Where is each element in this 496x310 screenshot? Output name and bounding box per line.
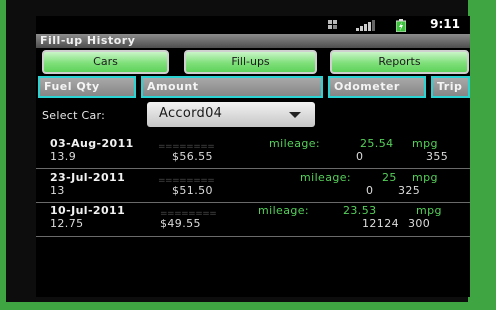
select-car-label: Select Car: [42, 109, 106, 122]
green-background-bottom [0, 302, 496, 310]
mileage-unit: mpg [412, 137, 438, 150]
divider [36, 236, 470, 237]
column-header-trip[interactable]: Trip [431, 76, 470, 98]
mileage-value: 23.53 [343, 204, 377, 217]
battery-charging-icon [396, 19, 406, 32]
mileage-label: mileage: [269, 137, 320, 150]
app-screen: 9:11 Fill-up History Cars Fill-ups Repor… [36, 16, 470, 297]
car-select-dropdown[interactable]: Accord04 [147, 102, 315, 127]
reports-button[interactable]: Reports [330, 50, 469, 74]
entry-amount: $49.55 [160, 217, 201, 230]
entry-date: 10-Jul-2011 [50, 204, 126, 217]
green-background-right [468, 0, 496, 310]
entry-fuel-qty: 13 [50, 184, 65, 197]
network-icon [328, 20, 337, 29]
mileage-unit: mpg [412, 171, 438, 184]
page-title: Fill-up History [40, 34, 136, 47]
selected-car-value: Accord04 [159, 106, 223, 121]
status-time: 9:11 [430, 17, 460, 31]
entry-odometer: 0 [356, 150, 364, 163]
mileage-label: mileage: [258, 204, 309, 217]
entry-odometer: 12124 [362, 217, 399, 230]
column-header-amount[interactable]: Amount [141, 76, 323, 98]
entry-amount: $51.50 [172, 184, 213, 197]
entry-date: 23-Jul-2011 [50, 171, 126, 184]
signal-icon [356, 20, 375, 31]
mileage-label: mileage: [300, 171, 351, 184]
green-background-left [0, 0, 6, 310]
divider [36, 202, 470, 203]
divider [36, 168, 470, 169]
fillups-button[interactable]: Fill-ups [184, 50, 317, 74]
entry-fuel-qty: 12.75 [50, 217, 84, 230]
entry-trip: 355 [426, 150, 449, 163]
entry-trip: 300 [408, 217, 431, 230]
mileage-value: 25.54 [360, 137, 394, 150]
column-header-odometer[interactable]: Odometer [328, 76, 426, 98]
entry-odometer: 0 [366, 184, 374, 197]
entry-date: 03-Aug-2011 [50, 137, 134, 150]
chevron-down-icon [289, 112, 301, 118]
entry-trip: 325 [398, 184, 421, 197]
title-bar: Fill-up History [36, 34, 470, 48]
status-bar: 9:11 [36, 16, 470, 34]
entry-amount: $56.55 [172, 150, 213, 163]
fillup-entry[interactable]: 10-Jul-2011 ======== mileage: 23.53 mpg … [36, 204, 470, 240]
mileage-unit: mpg [416, 204, 442, 217]
entry-fuel-qty: 13.9 [50, 150, 77, 163]
column-header-fuel-qty[interactable]: Fuel Qty [38, 76, 136, 98]
mileage-value: 25 [382, 171, 397, 184]
cars-button[interactable]: Cars [42, 50, 169, 74]
